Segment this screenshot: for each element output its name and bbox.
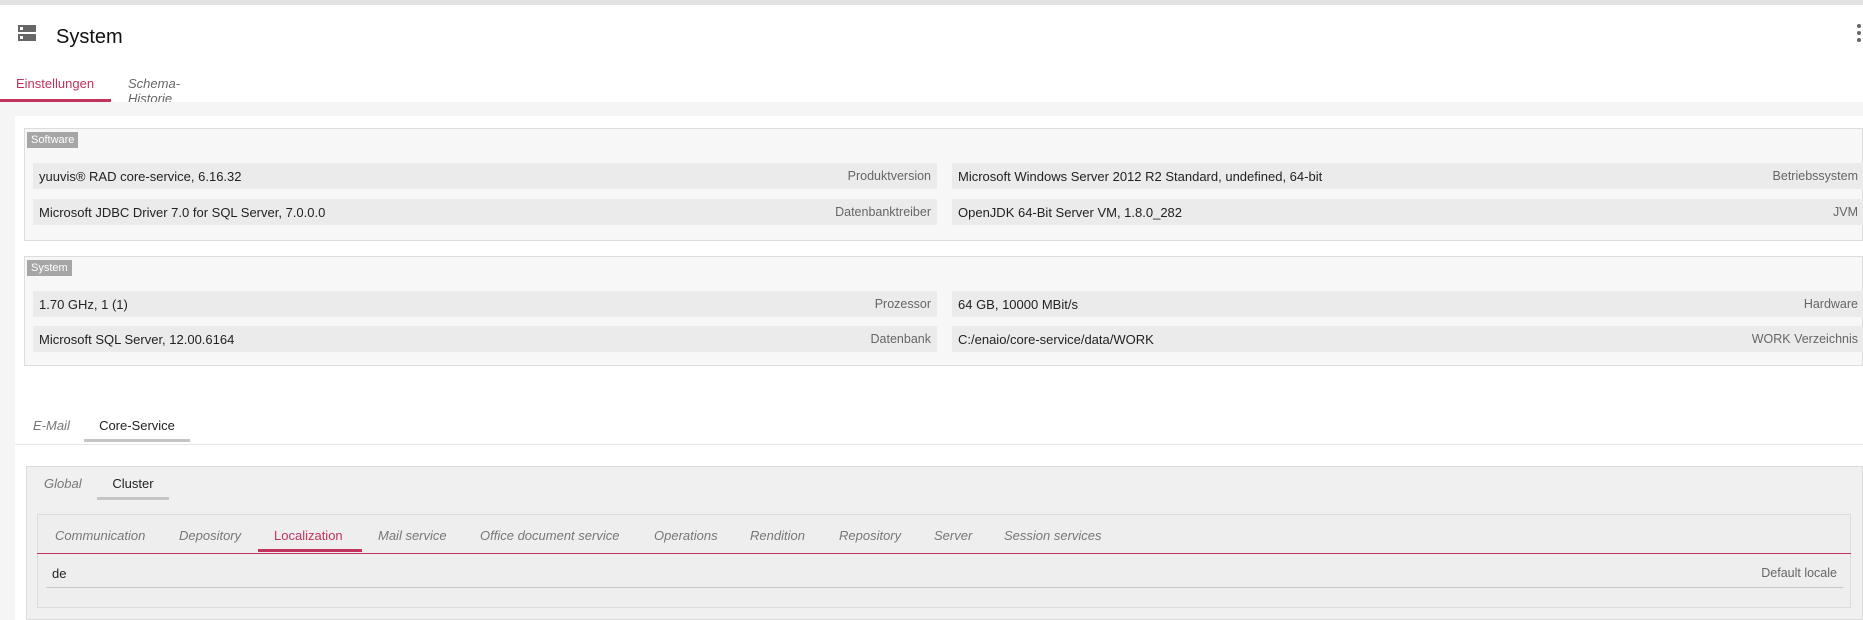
system-section: System 1.70 GHz, 1 (1) Prozessor 64 GB, …: [24, 256, 1863, 366]
software-section: Software yuuvis® RAD core-service, 6.16.…: [24, 128, 1863, 241]
tab-cluster[interactable]: Cluster: [97, 470, 169, 500]
tab-rendition[interactable]: Rendition: [750, 518, 805, 552]
tab-einstellungen[interactable]: Einstellungen: [0, 70, 111, 102]
field-value: Microsoft SQL Server, 12.00.6164: [39, 332, 235, 347]
field-datenbank: Microsoft SQL Server, 12.00.6164 Datenba…: [33, 326, 937, 352]
field-value: 1.70 GHz, 1 (1): [39, 297, 128, 312]
field-label: Datenbanktreiber: [835, 205, 931, 219]
field-label: JVM: [1833, 205, 1858, 219]
field-value: de: [52, 566, 67, 581]
field-label: Prozessor: [874, 297, 931, 311]
field-label: Hardware: [1803, 297, 1858, 311]
field-default-locale[interactable]: de Default locale: [46, 560, 1843, 588]
kebab-menu-icon[interactable]: [1855, 24, 1863, 46]
field-value: Microsoft Windows Server 2012 R2 Standar…: [958, 169, 1323, 184]
field-datenbanktreiber: Microsoft JDBC Driver 7.0 for SQL Server…: [33, 199, 937, 225]
tab-localization[interactable]: Localization: [258, 518, 362, 552]
field-prozessor: 1.70 GHz, 1 (1) Prozessor: [33, 291, 937, 317]
field-label: WORK Verzeichnis: [1751, 332, 1858, 346]
field-value: OpenJDK 64-Bit Server VM, 1.8.0_282: [958, 205, 1183, 220]
field-hardware: 64 GB, 10000 MBit/s Hardware: [952, 291, 1863, 317]
tab-e-mail[interactable]: E-Mail: [33, 412, 70, 442]
tab-global[interactable]: Global: [44, 470, 82, 500]
page-title: System: [56, 26, 123, 48]
field-value: Microsoft JDBC Driver 7.0 for SQL Server…: [39, 205, 326, 220]
page-header: System: [0, 5, 1863, 70]
tab-repository[interactable]: Repository: [839, 518, 901, 552]
tab-session-services[interactable]: Session services: [1004, 518, 1102, 552]
tab-schema-historie[interactable]: Schema-Historie: [128, 70, 180, 106]
tab-communication[interactable]: Communication: [55, 518, 145, 552]
tab-operations[interactable]: Operations: [654, 518, 718, 552]
tab-server[interactable]: Server: [934, 518, 972, 552]
server-icon: [18, 25, 36, 41]
field-label: Default locale: [1761, 566, 1837, 580]
tab-depository[interactable]: Depository: [179, 518, 241, 552]
field-label: Produktversion: [847, 169, 931, 183]
tab-office-document-service[interactable]: Office document service: [480, 518, 619, 552]
field-betriebssystem: Microsoft Windows Server 2012 R2 Standar…: [952, 163, 1863, 189]
field-work-verzeichnis: C:/enaio/core-service/data/WORK WORK Ver…: [952, 326, 1863, 352]
field-produktversion: yuuvis® RAD core-service, 6.16.32 Produk…: [33, 163, 937, 189]
field-value: yuuvis® RAD core-service, 6.16.32: [39, 169, 242, 184]
field-jvm: OpenJDK 64-Bit Server VM, 1.8.0_282 JVM: [952, 199, 1863, 225]
field-value: 64 GB, 10000 MBit/s: [958, 297, 1078, 312]
field-label: Betriebssystem: [1772, 169, 1858, 183]
section-label-system: System: [27, 260, 72, 276]
tab-core-service[interactable]: Core-Service: [84, 412, 190, 442]
field-label: Datenbank: [870, 332, 931, 346]
service-tabs-divider: [15, 444, 1863, 445]
tab-mail-service[interactable]: Mail service: [378, 518, 447, 552]
section-label-software: Software: [27, 132, 79, 148]
field-value: C:/enaio/core-service/data/WORK: [958, 332, 1154, 347]
category-tabs-underline: [37, 553, 1851, 554]
